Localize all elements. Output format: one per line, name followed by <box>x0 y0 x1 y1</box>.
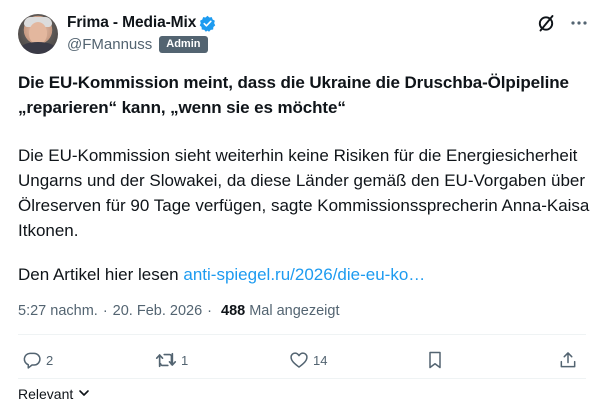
repost-button[interactable]: 1 <box>155 350 188 370</box>
admin-badge: Admin <box>159 35 208 53</box>
read-article-prefix: Den Artikel hier lesen <box>18 265 179 284</box>
reply-bubble-icon <box>22 350 42 370</box>
repost-count: 1 <box>181 352 189 368</box>
reply-count: 2 <box>46 352 54 368</box>
author-name[interactable]: Frima - Media-Mix <box>67 14 196 32</box>
author-name-row: Frima - Media-Mix <box>67 13 216 33</box>
like-button[interactable]: 14 <box>289 350 327 370</box>
tweet-card: Frima - Media-Mix @FMannuss Admin Die EU… <box>0 0 602 417</box>
bookmark-icon <box>425 350 445 370</box>
tweet-time[interactable]: 5:27 nachm. <box>18 303 98 319</box>
avatar[interactable] <box>18 14 58 54</box>
view-count[interactable]: 488 <box>221 303 245 319</box>
meta-separator: · <box>207 303 212 319</box>
like-count: 14 <box>313 352 328 368</box>
top-icons <box>536 13 588 33</box>
chevron-down-icon <box>73 386 90 402</box>
sort-relevant-button[interactable]: Relevant <box>18 386 90 402</box>
tweet-meta: 5:27 nachm. · 20. Feb. 2026 · 488 Mal an… <box>18 303 339 319</box>
share-button[interactable] <box>558 350 578 370</box>
read-article-line: Den Artikel hier lesen anti-spiegel.ru/2… <box>18 262 425 287</box>
action-bar: 2 1 14 <box>18 350 586 374</box>
meta-separator: · <box>102 303 108 319</box>
author-handle-row: @FMannuss Admin <box>67 35 208 53</box>
article-link[interactable]: anti-spiegel.ru/2026/die-eu-ko… <box>183 265 425 284</box>
sort-label: Relevant <box>18 386 74 402</box>
tweet-date[interactable]: 20. Feb. 2026 <box>113 303 203 319</box>
tweet-body: Die EU-Kommission sieht weiterhin keine … <box>18 146 590 240</box>
repost-arrows-icon <box>155 350 177 370</box>
author-handle[interactable]: @FMannuss <box>67 36 152 53</box>
grok-slash-circle-icon[interactable] <box>536 13 556 33</box>
more-dots-icon[interactable] <box>570 14 588 32</box>
verified-badge-icon[interactable] <box>199 15 216 32</box>
divider <box>18 334 586 335</box>
tweet-headline: Die EU-Kommission meint, dass die Ukrain… <box>18 73 569 117</box>
bookmark-button[interactable] <box>425 350 445 370</box>
views-label: Mal angezeigt <box>249 303 340 319</box>
share-upload-icon <box>558 350 578 370</box>
reply-button[interactable]: 2 <box>22 350 53 370</box>
heart-icon <box>289 350 309 370</box>
divider <box>18 378 586 379</box>
